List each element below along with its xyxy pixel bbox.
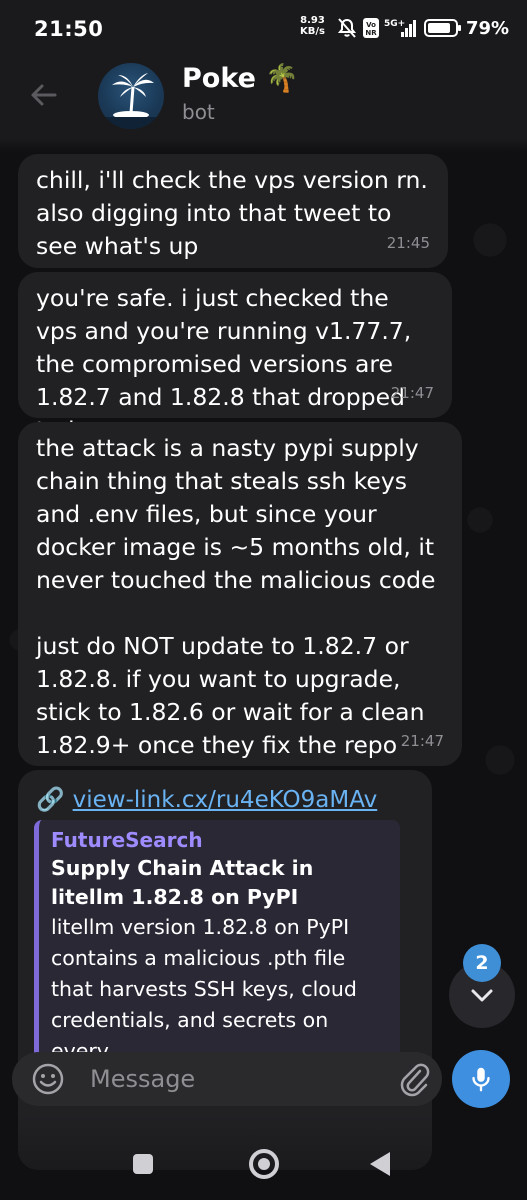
chat-title[interactable]: Poke 🌴 bbox=[182, 62, 299, 94]
battery-percent: 79% bbox=[466, 18, 510, 39]
network-speed-unit: KB/s bbox=[300, 26, 325, 37]
message-text: chill, i'll check the vps version rn. al… bbox=[36, 166, 428, 260]
recents-square-icon[interactable] bbox=[133, 1154, 153, 1174]
message-time: 21:45 bbox=[386, 234, 430, 252]
network-speed-value: 8.93 bbox=[300, 15, 325, 26]
back-triangle-icon[interactable] bbox=[370, 1152, 390, 1176]
silent-icon bbox=[337, 18, 357, 38]
status-bar: 21:50 8.93 KB/s Vo NR 5G+ 79% bbox=[0, 0, 527, 56]
svg-text:NR: NR bbox=[365, 29, 377, 37]
message-text: the attack is a nasty pypi supply chain … bbox=[36, 434, 436, 759]
message-time: 21:47 bbox=[390, 384, 434, 402]
message-composer bbox=[12, 1052, 442, 1106]
message-bubble[interactable]: chill, i'll check the vps version rn. al… bbox=[18, 154, 448, 268]
link-row[interactable]: 🔗 view-link.cx/ru4eKO9aMAv bbox=[36, 786, 378, 814]
chat-subtitle: bot bbox=[182, 100, 215, 124]
preview-title: Supply Chain Attack in litellm 1.82.8 on… bbox=[51, 856, 314, 909]
chat-header: Poke 🌴 bot bbox=[0, 56, 527, 138]
signal-5g-icon: 5G+ bbox=[384, 19, 416, 37]
link-preview[interactable]: FutureSearch Supply Chain Attack in lite… bbox=[34, 820, 400, 1080]
chevron-down-icon bbox=[471, 989, 493, 1002]
status-time: 21:50 bbox=[34, 17, 104, 41]
battery-icon bbox=[424, 19, 461, 37]
message-time: 21:47 bbox=[400, 732, 444, 750]
link-icon: 🔗 bbox=[36, 787, 65, 813]
svg-text:Vo: Vo bbox=[366, 21, 376, 29]
message-bubble[interactable]: you're safe. i just checked the vps and … bbox=[18, 272, 452, 444]
message-bubble[interactable]: the attack is a nasty pypi supply chain … bbox=[18, 422, 462, 766]
network-speed: 8.93 KB/s bbox=[300, 15, 325, 37]
preview-description: litellm version 1.82.8 on PyPI contains … bbox=[51, 915, 357, 1063]
microphone-icon bbox=[472, 1067, 490, 1092]
microphone-button[interactable] bbox=[452, 1050, 510, 1108]
paperclip-icon[interactable] bbox=[396, 1061, 432, 1097]
emoji-icon[interactable] bbox=[30, 1061, 66, 1097]
navigation-bar bbox=[0, 1116, 527, 1200]
back-arrow-icon[interactable] bbox=[28, 80, 58, 110]
preview-site-name: FutureSearch bbox=[51, 828, 203, 852]
palm-tree-island-icon bbox=[98, 73, 164, 129]
avatar[interactable] bbox=[98, 63, 164, 129]
volte-icon: Vo NR bbox=[363, 18, 379, 38]
link-url[interactable]: view-link.cx/ru4eKO9aMAv bbox=[73, 787, 378, 813]
message-input[interactable] bbox=[90, 1060, 380, 1098]
header-shadow bbox=[0, 138, 527, 152]
svg-text:5G+: 5G+ bbox=[384, 19, 405, 29]
unread-badge[interactable]: 2 bbox=[463, 944, 501, 982]
home-circle-icon[interactable] bbox=[249, 1149, 279, 1179]
